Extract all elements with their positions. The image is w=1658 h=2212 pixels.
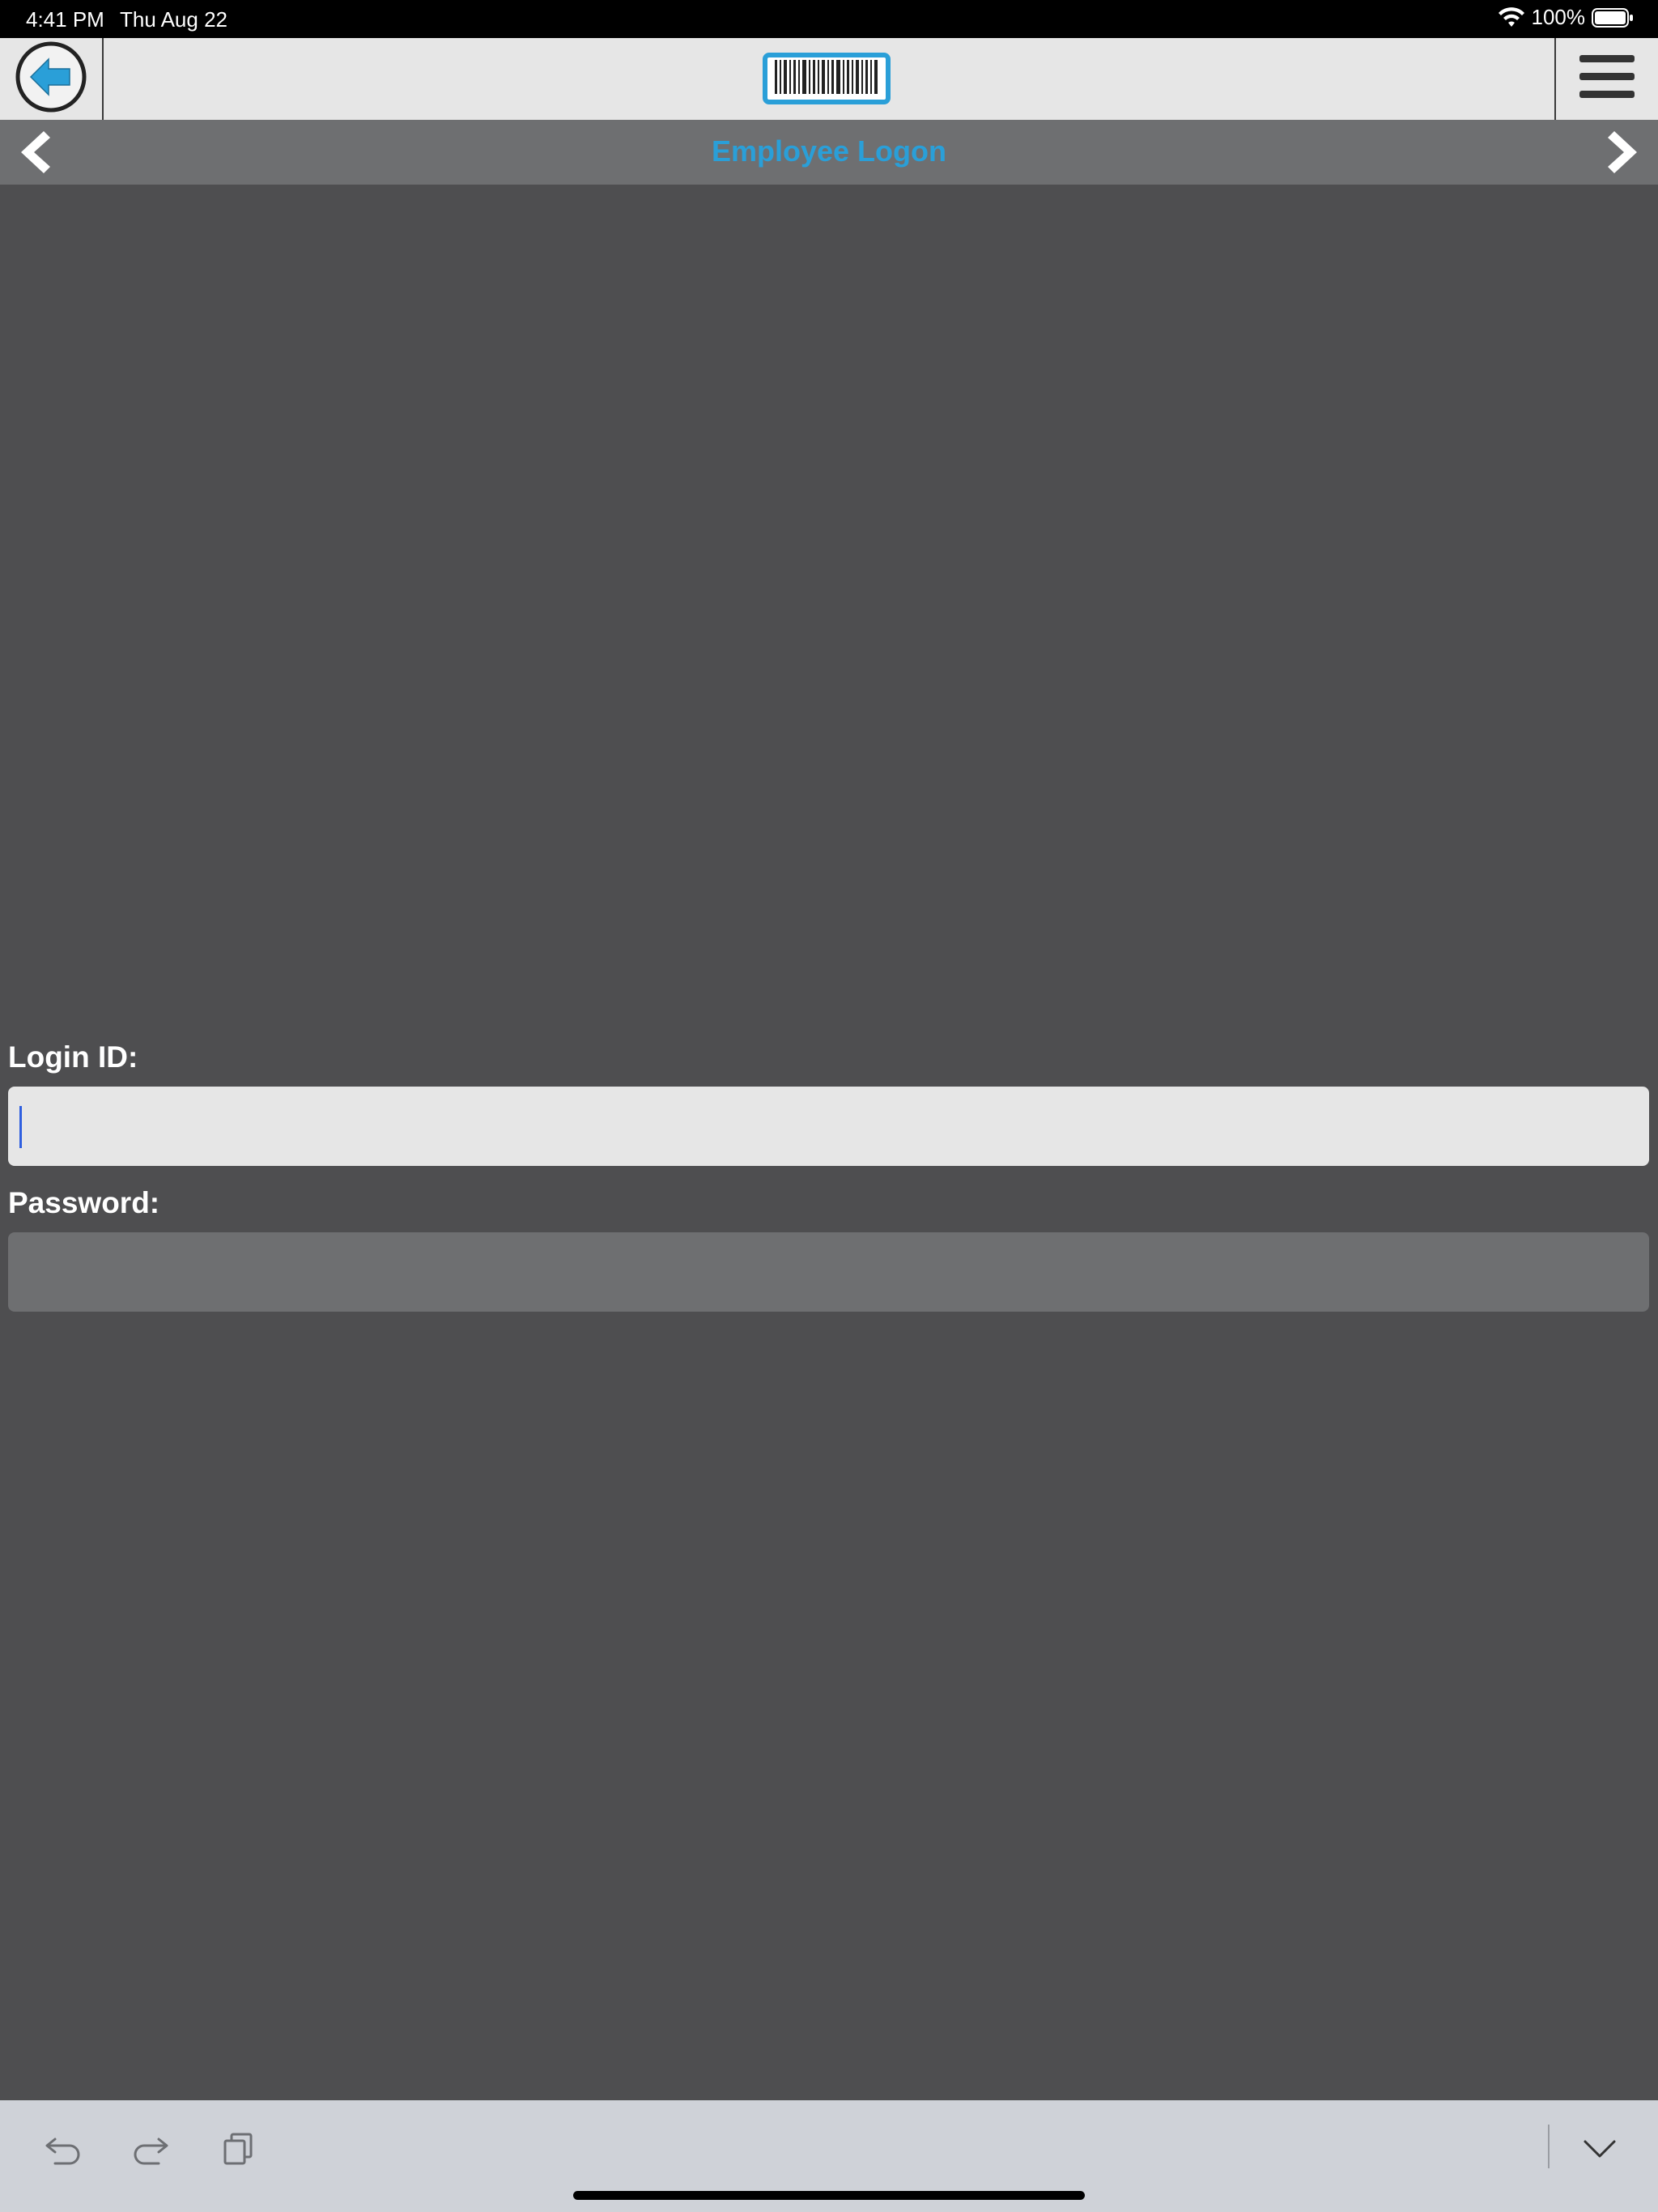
scan-barcode-button[interactable] <box>763 53 891 104</box>
back-button[interactable] <box>0 38 104 120</box>
password-input[interactable] <box>8 1232 1649 1312</box>
page-title: Employee Logon <box>711 134 947 168</box>
chevron-down-icon <box>1582 2137 1618 2165</box>
paste-button[interactable] <box>214 2126 262 2175</box>
redo-icon <box>131 2131 170 2171</box>
redo-button[interactable] <box>126 2126 175 2175</box>
home-indicator <box>573 2191 1085 2200</box>
battery-percent: 100% <box>1531 5 1586 29</box>
top-toolbar <box>0 38 1658 120</box>
password-label: Password: <box>8 1186 160 1219</box>
battery-icon <box>1592 7 1634 28</box>
undo-icon <box>44 2131 83 2171</box>
status-bar: 4:41 PM Thu Aug 22 100% <box>0 0 1658 38</box>
text-cursor <box>19 1106 22 1148</box>
chevron-right-icon <box>1598 131 1647 180</box>
arrow-left-circle-icon <box>15 40 87 117</box>
menu-button[interactable] <box>1554 38 1658 120</box>
status-time: 4:41 PM <box>26 7 104 32</box>
next-button[interactable] <box>1598 128 1647 177</box>
hamburger-menu-icon <box>1578 52 1636 106</box>
status-date: Thu Aug 22 <box>120 7 227 32</box>
wifi-icon <box>1498 6 1525 28</box>
paste-icon <box>222 2131 254 2171</box>
barcode-icon <box>772 58 882 100</box>
login-id-label: Login ID: <box>8 1040 138 1074</box>
login-id-input[interactable] <box>8 1087 1649 1166</box>
dismiss-keyboard-button[interactable] <box>1575 2126 1624 2175</box>
title-bar: Employee Logon <box>0 120 1658 185</box>
toolbar-divider <box>1548 2125 1550 2168</box>
status-indicators: 100% <box>1498 5 1635 30</box>
undo-button[interactable] <box>39 2126 87 2175</box>
